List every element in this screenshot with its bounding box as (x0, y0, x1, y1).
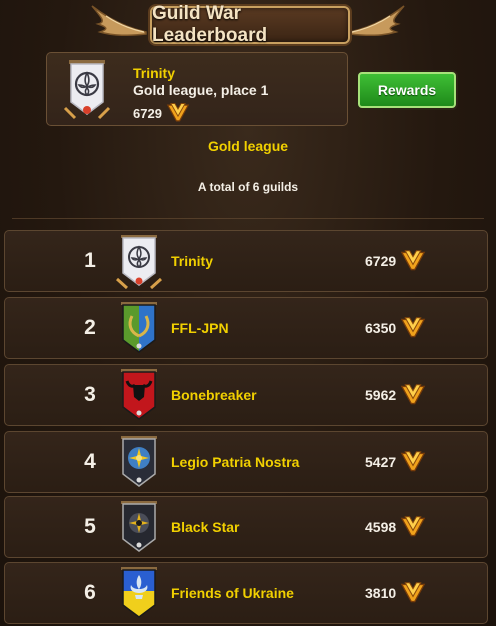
my-guild-league-place: Gold league, place 1 (133, 82, 269, 98)
right-wing-ornament-icon (348, 2, 408, 38)
guild-score: 6729 (365, 231, 427, 291)
star-emblem-banner-icon (121, 501, 157, 552)
guild-score: 5962 (365, 365, 427, 425)
guild-name: Legio Patria Nostra (171, 454, 300, 470)
guild-war-points-icon (399, 515, 427, 539)
guild-score: 5427 (365, 432, 427, 492)
page-title: Guild War Leaderboard (152, 3, 268, 46)
my-guild-card: Trinity Gold league, place 1 6729 (46, 52, 348, 126)
guild-name: Trinity (171, 253, 214, 269)
rewards-button[interactable]: Rewards (358, 72, 456, 108)
leaderboard-row[interactable]: 2 FFL-JPN 6350 (4, 297, 488, 359)
rank-number: 4 (84, 450, 96, 473)
guild-name: FFL-JPN (171, 320, 229, 336)
leaderboard-row[interactable]: 3 Bonebreaker 5962 (4, 364, 488, 426)
bull-skull-banner-icon (121, 369, 157, 420)
guild-score-value: 4598 (365, 519, 397, 535)
guild-total: A total of 6 guilds (197, 180, 299, 194)
guild-score-value: 5427 (365, 454, 397, 470)
leaderboard-row[interactable]: 1 Trinity 6729 (4, 230, 488, 292)
guild-score-value: 3810 (365, 585, 397, 601)
triquetra-banner-icon (115, 235, 163, 289)
leaderboard-row[interactable]: 6 Friends of Ukraine 3810 (4, 562, 488, 624)
divider (12, 218, 484, 219)
title-bar: Guild War Leaderboard (0, 0, 496, 46)
left-wing-ornament-icon (88, 2, 148, 38)
my-guild-name: Trinity (133, 65, 176, 81)
rank-number: 2 (84, 316, 96, 339)
guild-score: 6350 (365, 298, 427, 358)
rank-number: 5 (84, 515, 96, 538)
guild-score-value: 6729 (365, 253, 397, 269)
guild-name: Friends of Ukraine (171, 585, 294, 601)
guild-war-points-icon (399, 383, 427, 407)
rank-number: 3 (84, 383, 96, 406)
guild-war-points-icon (399, 249, 427, 273)
guild-name: Bonebreaker (171, 387, 257, 403)
laurel-wreath-banner-icon (121, 302, 157, 353)
guild-war-points-icon (399, 581, 427, 605)
leaderboard-row[interactable]: 5 Black Star 4598 (4, 496, 488, 558)
my-guild-score: 6729 (133, 102, 191, 124)
rank-number: 6 (84, 581, 96, 604)
title-plate: Guild War Leaderboard (150, 3, 350, 46)
guild-name: Black Star (171, 519, 240, 535)
guild-score: 3810 (365, 563, 427, 623)
rank-number: 1 (84, 249, 96, 272)
my-guild-score-value: 6729 (133, 105, 162, 121)
guild-score-value: 5962 (365, 387, 397, 403)
fleur-de-lis-banner-icon (121, 567, 157, 618)
guild-war-points-icon (399, 316, 427, 340)
leaderboard-row[interactable]: 4 Legio Patria Nostra 5427 (4, 431, 488, 493)
sun-emblem-banner-icon (121, 436, 157, 487)
guild-score-value: 6350 (365, 320, 397, 336)
league-title: Gold league (207, 138, 289, 154)
triquetra-banner-icon (63, 60, 111, 120)
guild-war-points-icon (165, 102, 191, 124)
guild-score: 4598 (365, 497, 427, 557)
guild-war-points-icon (399, 450, 427, 474)
